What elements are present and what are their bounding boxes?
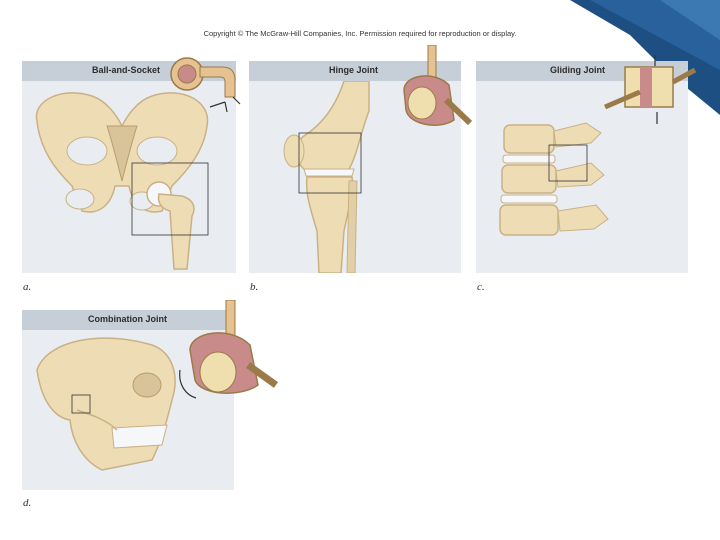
panel-letter-b: b. xyxy=(250,281,259,293)
combination-model xyxy=(179,300,279,399)
panel-title: Ball-and-Socket xyxy=(92,65,161,75)
panel-letter-c: c. xyxy=(477,281,485,293)
panel-title: Combination Joint xyxy=(88,314,167,324)
panel-title: Hinge Joint xyxy=(329,65,378,75)
gliding-model xyxy=(604,55,697,124)
panel-letter-d: d. xyxy=(23,497,32,509)
panel-letter-a: a. xyxy=(23,281,32,293)
ball-and-socket-model xyxy=(170,57,241,113)
copyright-notice: Copyright © The McGraw-Hill Companies, I… xyxy=(203,29,517,38)
hinge-model xyxy=(403,45,473,126)
panel-title: Gliding Joint xyxy=(550,65,605,75)
